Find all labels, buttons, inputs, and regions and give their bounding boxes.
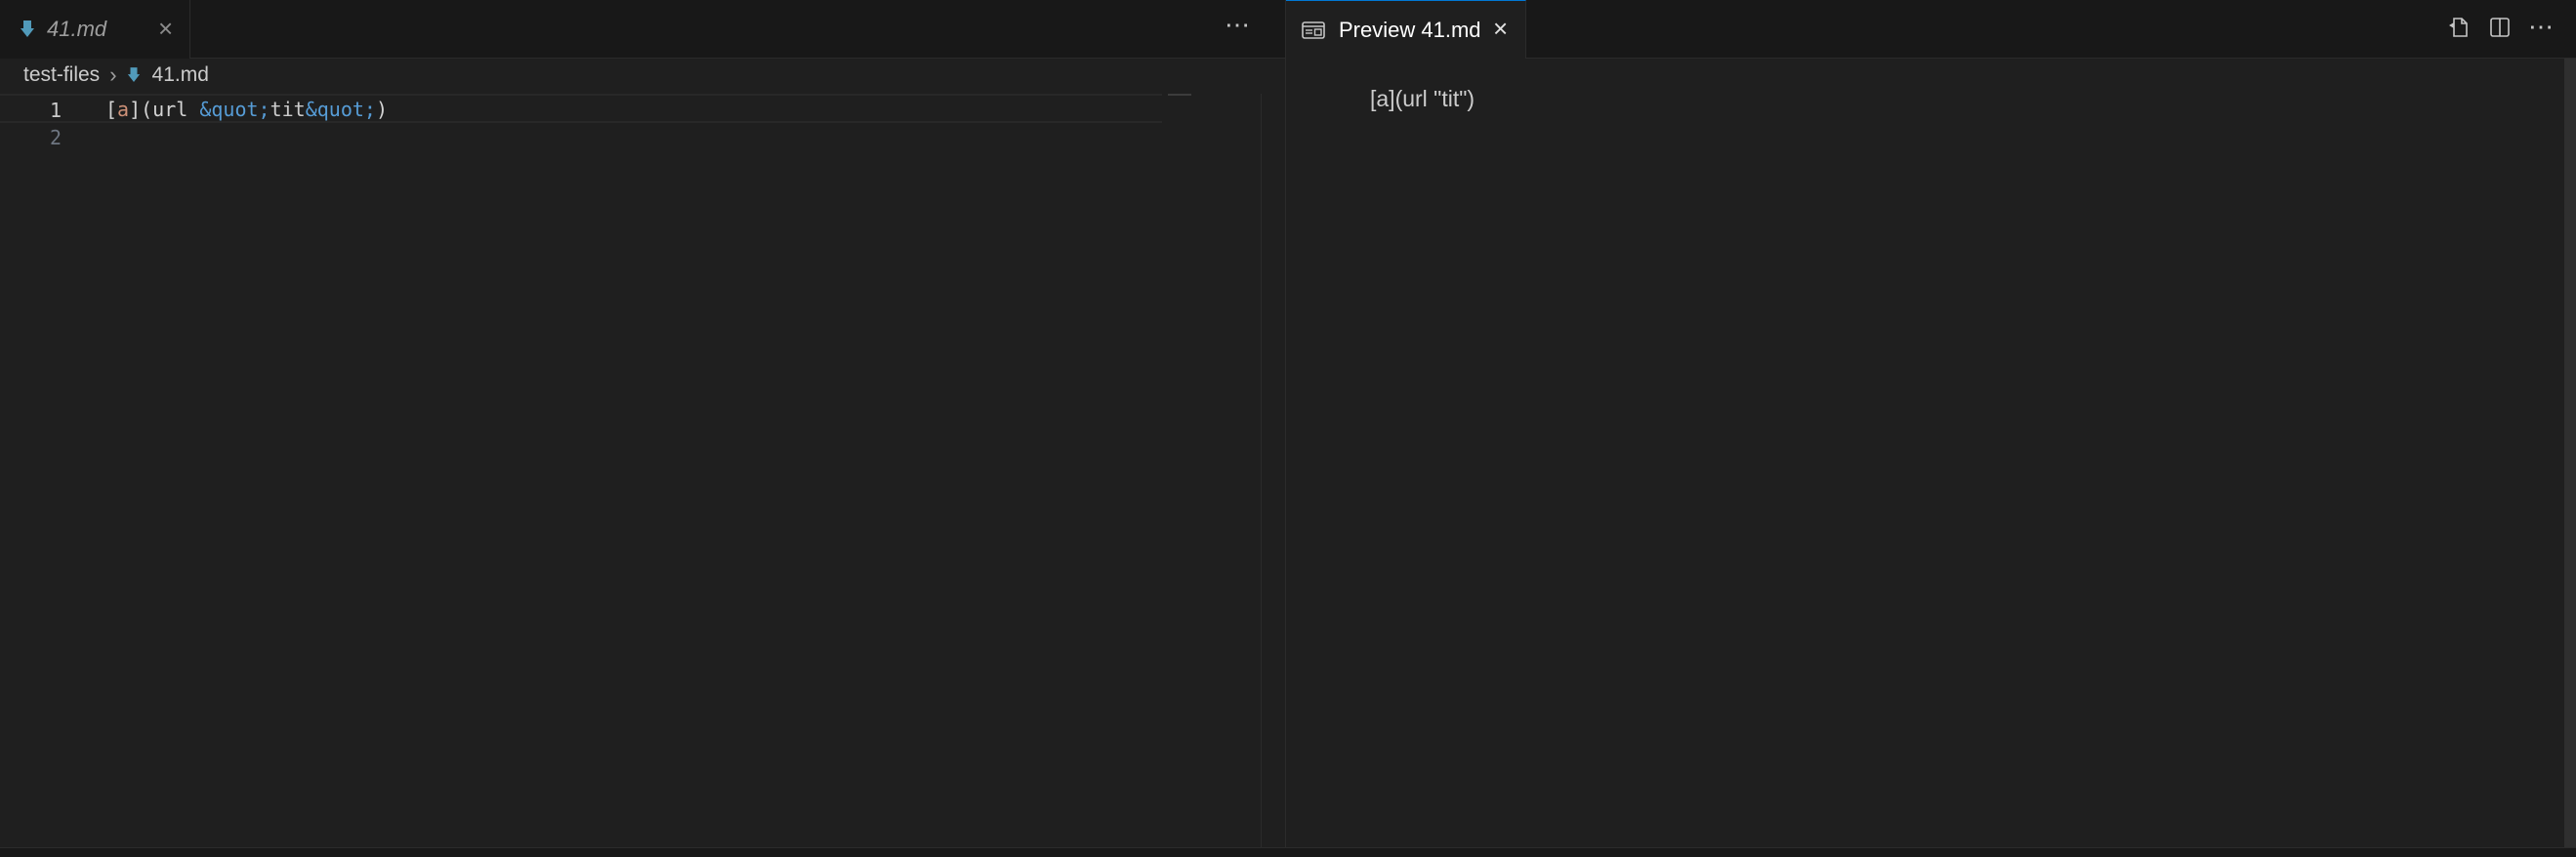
close-icon[interactable]: × bbox=[1493, 16, 1508, 41]
tab-bar-left: 41.md × ⋯ bbox=[0, 0, 1285, 59]
breadcrumb-file[interactable]: 41.md bbox=[152, 63, 209, 87]
code-token: a bbox=[117, 98, 130, 121]
code-token: tit bbox=[270, 98, 306, 121]
open-source-icon[interactable] bbox=[2445, 14, 2472, 41]
ellipsis-icon[interactable]: ⋯ bbox=[2527, 14, 2555, 41]
code-line[interactable]: 1 [a](url &quot;tit&quot;) bbox=[0, 94, 1162, 123]
tab-41-md[interactable]: 41.md × bbox=[0, 0, 190, 59]
markdown-preview: [a](url "tit") bbox=[1370, 86, 1475, 111]
vertical-scrollbar[interactable] bbox=[2564, 59, 2576, 847]
code-line[interactable]: 2 bbox=[0, 123, 1162, 152]
vertical-scrollbar[interactable] bbox=[1261, 94, 1262, 847]
code-token: &quot; bbox=[305, 98, 376, 121]
ellipsis-icon[interactable]: ⋯ bbox=[1225, 12, 1251, 37]
code-editor[interactable]: 1 [a](url &quot;tit&quot;) 2 bbox=[0, 94, 1260, 847]
tab-bar-right: Preview 41.md × ⋯ bbox=[1286, 0, 2576, 59]
close-icon[interactable]: × bbox=[158, 16, 173, 41]
line-number: 2 bbox=[49, 126, 62, 149]
split-editor-icon[interactable] bbox=[2486, 14, 2514, 41]
line-content[interactable]: [a](url &quot;tit&quot;) bbox=[105, 96, 388, 123]
editor-group-right: Preview 41.md × ⋯ [a](url "tit") bbox=[1286, 0, 2576, 847]
markdown-file-icon bbox=[127, 67, 140, 82]
code-token: [ bbox=[105, 98, 118, 121]
chevron-right-icon: › bbox=[109, 62, 117, 87]
code-token: &quot; bbox=[199, 98, 270, 121]
minimap[interactable] bbox=[1168, 94, 1191, 96]
code-token: ](url bbox=[129, 98, 200, 121]
editor-group-left: 41.md × ⋯ test-files › 41.md 1 [a](url &… bbox=[0, 0, 1285, 847]
status-bar bbox=[0, 847, 2576, 857]
breadcrumb-folder[interactable]: test-files bbox=[23, 63, 100, 87]
line-number: 1 bbox=[49, 99, 62, 122]
preview-icon bbox=[1302, 20, 1325, 39]
tab-label: 41.md bbox=[47, 17, 107, 41]
breadcrumb: test-files › 41.md bbox=[23, 62, 209, 88]
tab-label: Preview 41.md bbox=[1339, 17, 1481, 42]
code-token: ) bbox=[375, 98, 389, 121]
editor-actions: ⋯ bbox=[2431, 14, 2555, 41]
tab-preview-41-md[interactable]: Preview 41.md × bbox=[1286, 0, 1526, 59]
markdown-file-icon bbox=[21, 20, 34, 37]
